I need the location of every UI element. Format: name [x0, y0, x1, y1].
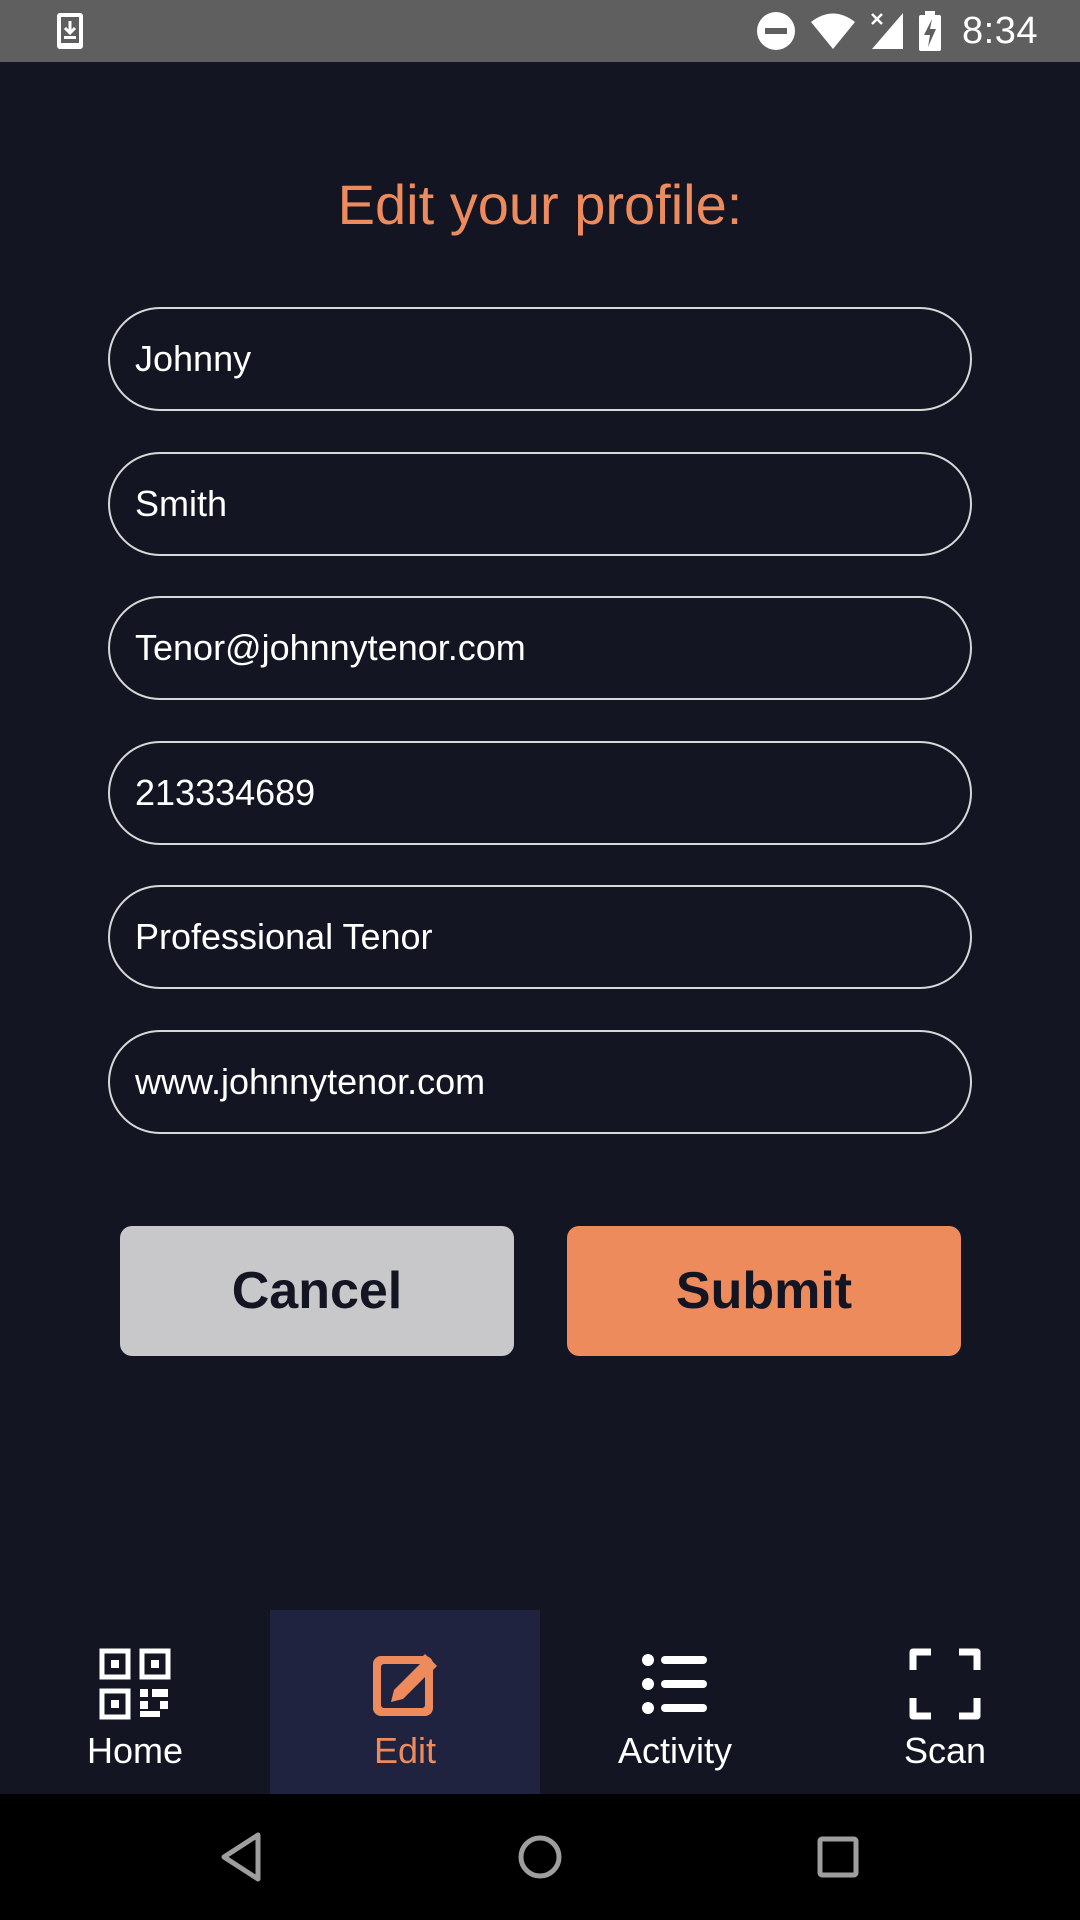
nav-label-activity: Activity [617, 1730, 732, 1771]
phone-field[interactable] [108, 741, 972, 845]
edit-profile-screen: Edit your profile: Cancel Submit [0, 62, 1080, 1610]
list-icon [642, 1654, 707, 1714]
cell-signal-icon [871, 13, 904, 49]
home-circle-icon[interactable] [510, 1827, 570, 1887]
bottom-nav: Home Edit Activity Scan [0, 1610, 1080, 1794]
website-input[interactable] [135, 1061, 935, 1103]
battery-charging-icon [919, 11, 942, 51]
status-time: 8:34 [962, 9, 1038, 52]
status-bar: 8:34 [0, 0, 1080, 62]
first-name-input[interactable] [135, 338, 935, 380]
nav-label-home: Home [86, 1730, 184, 1771]
submit-button[interactable]: Submit [567, 1226, 961, 1356]
download-notification-icon [57, 13, 83, 49]
last-name-field[interactable] [108, 452, 972, 556]
phone-input[interactable] [135, 772, 935, 814]
nav-label-scan: Scan [903, 1730, 987, 1771]
email-field[interactable] [108, 596, 972, 700]
first-name-field[interactable] [108, 307, 972, 411]
occupation-input[interactable] [135, 916, 935, 958]
email-input[interactable] [135, 627, 935, 669]
edit-icon [373, 1654, 437, 1716]
status-icons: 8:34 [756, 8, 1038, 54]
scan-frame-icon [909, 1648, 981, 1720]
recent-apps-square-icon[interactable] [808, 1827, 868, 1887]
occupation-field[interactable] [108, 885, 972, 989]
cancel-button[interactable]: Cancel [120, 1226, 514, 1356]
nav-label-edit: Edit [373, 1730, 437, 1771]
website-field[interactable] [108, 1030, 972, 1134]
nav-item-home[interactable]: Home [0, 1610, 270, 1794]
last-name-input[interactable] [135, 483, 935, 525]
qr-code-icon [99, 1648, 171, 1720]
nav-item-scan[interactable]: Scan [810, 1610, 1080, 1794]
nav-item-edit[interactable]: Edit [270, 1610, 540, 1794]
do-not-disturb-icon [757, 12, 796, 50]
system-nav-bar [0, 1794, 1080, 1920]
nav-item-activity[interactable]: Activity [540, 1610, 810, 1794]
back-triangle-icon[interactable] [212, 1827, 272, 1887]
wifi-icon [811, 13, 856, 49]
page-title: Edit your profile: [337, 173, 743, 236]
